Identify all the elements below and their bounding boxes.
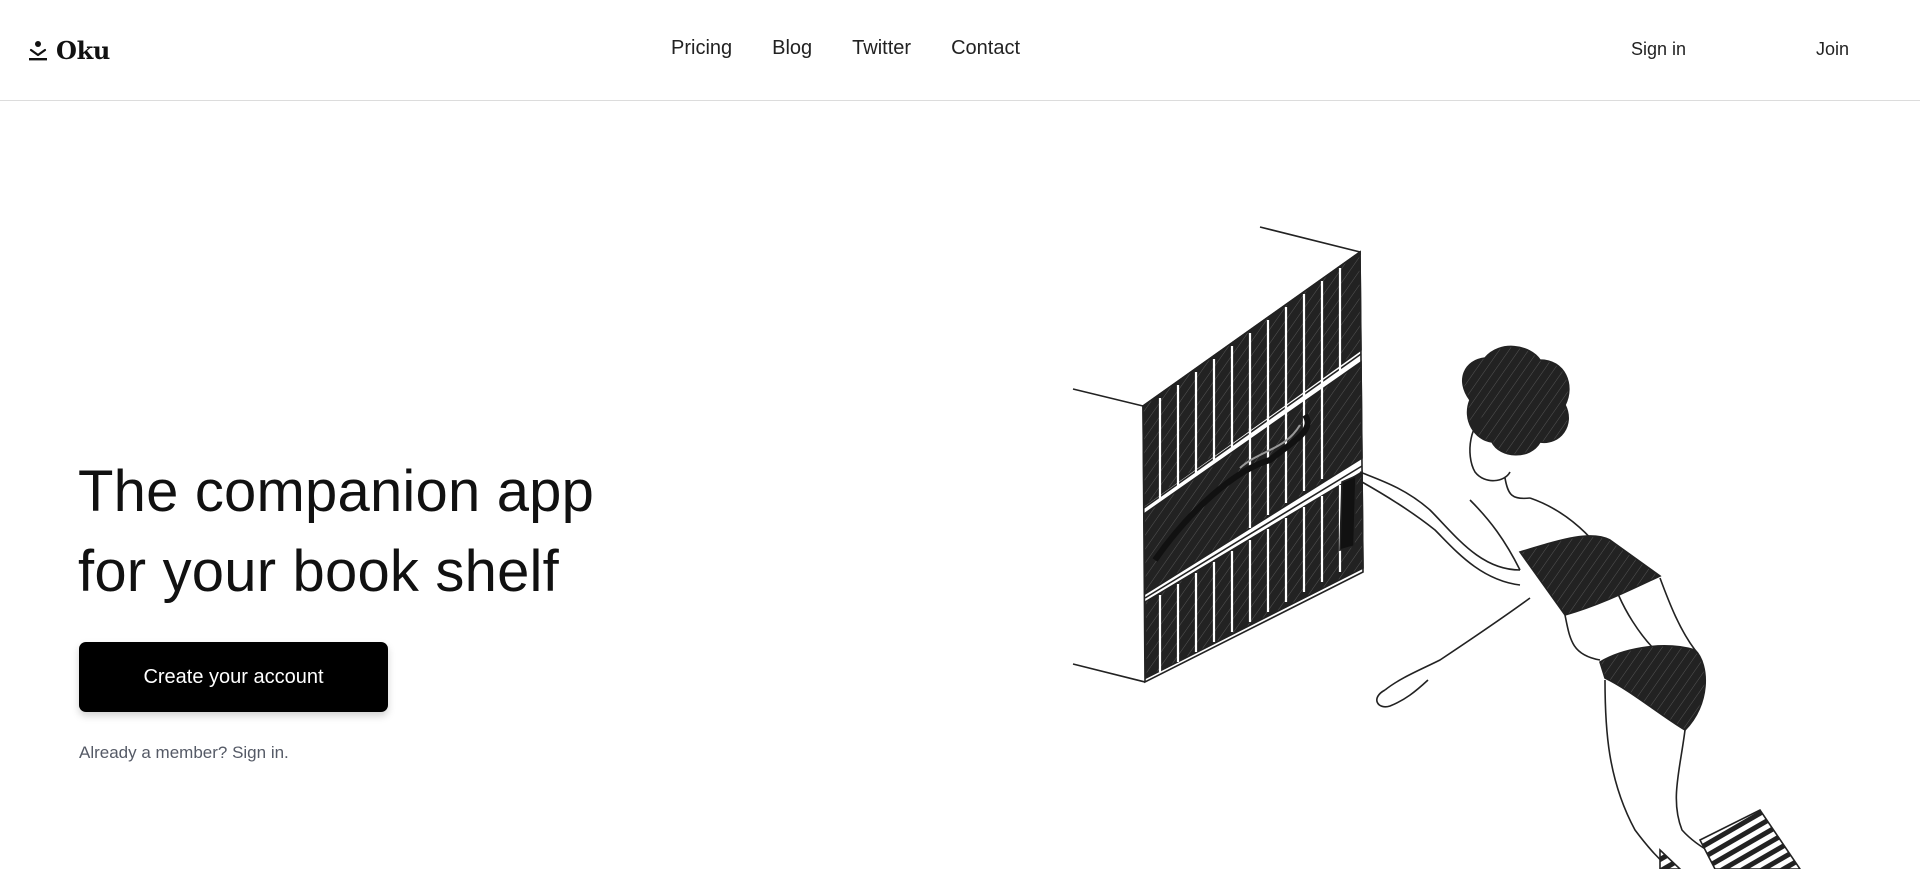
bookshelf-drawing [1072,226,1364,684]
nav-pricing-link[interactable]: Pricing [671,37,732,60]
create-account-button[interactable]: Create your account [79,642,388,712]
nav-twitter-link[interactable]: Twitter [852,37,911,60]
oku-logo[interactable]: Oku [28,36,110,65]
woman-figure-drawing [1359,345,1802,870]
hero-title-line-1: The companion app [78,459,595,524]
nav-blog-link[interactable]: Blog [772,37,812,60]
already-member-sign-in-link[interactable]: Already a member? Sign in. [79,743,289,762]
hero-title-line-2: for your book shelf [78,539,559,604]
join-link[interactable]: Join [1816,39,1849,60]
nav-contact-link[interactable]: Contact [951,37,1020,60]
bookshelf-illustration [1060,210,1920,870]
hero-title: The companion app for your book shelf [78,452,594,612]
illustration-drawing [1072,226,1802,870]
sign-in-link[interactable]: Sign in [1631,39,1686,60]
already-member-text: Already a member? Sign in. [79,743,289,763]
main-nav: Pricing Blog Twitter Contact [671,37,1020,60]
reader-figure-icon [28,40,48,62]
top-navigation-bar: Oku Pricing Blog Twitter Contact Sign in… [0,0,1920,101]
logo-text: Oku [56,36,111,65]
